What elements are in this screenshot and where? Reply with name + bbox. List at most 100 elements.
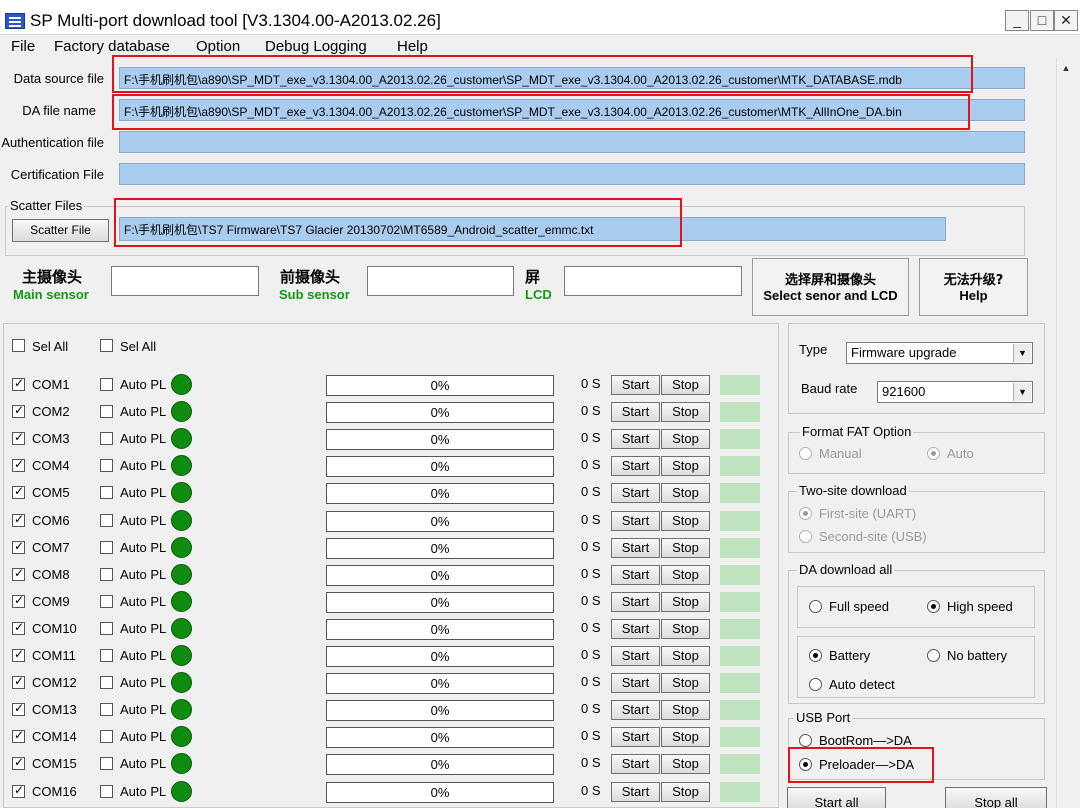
start-button[interactable]: Start xyxy=(611,646,660,666)
auto-pl-checkbox[interactable] xyxy=(100,459,113,472)
auto-pl-checkbox[interactable] xyxy=(100,514,113,527)
select-sensor-lcd-button[interactable]: 选择屏和摄像头 Select senor and LCD xyxy=(752,258,909,316)
auto-pl-checkbox[interactable] xyxy=(100,568,113,581)
start-button[interactable]: Start xyxy=(611,592,660,612)
format-manual-radio[interactable] xyxy=(799,447,812,460)
no-battery-radio[interactable] xyxy=(927,649,940,662)
format-auto-radio[interactable] xyxy=(927,447,940,460)
port-checkbox[interactable] xyxy=(12,457,25,472)
stop-button[interactable]: Stop xyxy=(661,511,710,531)
port-checkbox[interactable] xyxy=(12,620,25,635)
auto-pl-checkbox[interactable] xyxy=(100,432,113,445)
auto-pl-checkbox[interactable] xyxy=(100,785,113,798)
stop-button[interactable]: Stop xyxy=(661,402,710,422)
cert-file-input[interactable] xyxy=(119,163,1025,185)
sel-all-checkbox-1[interactable] xyxy=(12,339,25,352)
start-button[interactable]: Start xyxy=(611,429,660,449)
auto-pl-checkbox[interactable] xyxy=(100,649,113,662)
start-button[interactable]: Start xyxy=(611,619,660,639)
start-button[interactable]: Start xyxy=(611,700,660,720)
auto-pl-checkbox[interactable] xyxy=(100,541,113,554)
lcd-input[interactable] xyxy=(564,266,742,296)
stop-button[interactable]: Stop xyxy=(661,673,710,693)
chevron-down-icon[interactable]: ▼ xyxy=(1013,383,1031,401)
start-button[interactable]: Start xyxy=(611,375,660,395)
start-button[interactable]: Start xyxy=(611,754,660,774)
stop-button[interactable]: Stop xyxy=(661,538,710,558)
port-checkbox[interactable] xyxy=(12,755,25,770)
stop-button[interactable]: Stop xyxy=(661,483,710,503)
minimize-button[interactable]: _ xyxy=(1005,10,1029,31)
stop-button[interactable]: Stop xyxy=(661,754,710,774)
stop-all-button[interactable]: Stop all xyxy=(945,787,1047,808)
menu-option[interactable]: Option xyxy=(196,38,240,55)
start-all-button[interactable]: Start all xyxy=(787,787,886,808)
stop-button[interactable]: Stop xyxy=(661,565,710,585)
full-speed-radio[interactable] xyxy=(809,600,822,613)
port-checkbox[interactable] xyxy=(12,484,25,499)
close-button[interactable]: ✕ xyxy=(1054,10,1078,31)
start-button[interactable]: Start xyxy=(611,483,660,503)
port-checkbox[interactable] xyxy=(12,647,25,662)
start-button[interactable]: Start xyxy=(611,565,660,585)
auto-detect-radio[interactable] xyxy=(809,678,822,691)
stop-button[interactable]: Stop xyxy=(661,619,710,639)
port-checkbox[interactable] xyxy=(12,701,25,716)
port-checkbox[interactable] xyxy=(12,728,25,743)
auto-pl-checkbox[interactable] xyxy=(100,757,113,770)
stop-button[interactable]: Stop xyxy=(661,727,710,747)
auto-pl-checkbox[interactable] xyxy=(100,486,113,499)
menu-factory-database[interactable]: Factory database xyxy=(54,38,170,55)
port-checkbox[interactable] xyxy=(12,512,25,527)
high-speed-radio[interactable] xyxy=(927,600,940,613)
sel-all-checkbox-2[interactable] xyxy=(100,339,113,352)
chevron-down-icon[interactable]: ▼ xyxy=(1013,344,1031,362)
start-button[interactable]: Start xyxy=(611,511,660,531)
stop-button[interactable]: Stop xyxy=(661,375,710,395)
second-site-radio[interactable] xyxy=(799,530,812,543)
auto-pl-checkbox[interactable] xyxy=(100,622,113,635)
menu-file[interactable]: File xyxy=(11,38,35,55)
port-checkbox[interactable] xyxy=(12,593,25,608)
help-button[interactable]: 无法升级? Help xyxy=(919,258,1028,316)
vertical-scrollbar[interactable] xyxy=(1056,58,1076,808)
auto-pl-checkbox[interactable] xyxy=(100,405,113,418)
type-select[interactable]: Firmware upgrade ▼ xyxy=(846,342,1033,364)
scroll-up-icon[interactable]: ▲ xyxy=(1058,58,1074,78)
stop-button[interactable]: Stop xyxy=(661,646,710,666)
auto-pl-checkbox[interactable] xyxy=(100,676,113,689)
port-checkbox[interactable] xyxy=(12,674,25,689)
port-checkbox[interactable] xyxy=(12,539,25,554)
battery-radio[interactable] xyxy=(809,649,822,662)
auto-pl-checkbox[interactable] xyxy=(100,730,113,743)
maximize-button[interactable]: □ xyxy=(1030,10,1054,31)
first-site-radio[interactable] xyxy=(799,507,812,520)
auto-pl-checkbox[interactable] xyxy=(100,378,113,391)
port-checkbox[interactable] xyxy=(12,430,25,445)
main-sensor-input[interactable] xyxy=(111,266,259,296)
baud-rate-select[interactable]: 921600 ▼ xyxy=(877,381,1033,403)
stop-button[interactable]: Stop xyxy=(661,700,710,720)
menu-help[interactable]: Help xyxy=(397,38,428,55)
auth-file-input[interactable] xyxy=(119,131,1025,153)
start-button[interactable]: Start xyxy=(611,727,660,747)
port-checkbox[interactable] xyxy=(12,566,25,581)
auto-pl-checkbox[interactable] xyxy=(100,595,113,608)
start-button[interactable]: Start xyxy=(611,673,660,693)
stop-button[interactable]: Stop xyxy=(661,429,710,449)
auto-pl-checkbox[interactable] xyxy=(100,703,113,716)
menu-debug-logging[interactable]: Debug Logging xyxy=(265,38,367,55)
start-button[interactable]: Start xyxy=(611,456,660,476)
start-button[interactable]: Start xyxy=(611,402,660,422)
scatter-file-button[interactable]: Scatter File xyxy=(12,219,109,242)
start-button[interactable]: Start xyxy=(611,538,660,558)
sub-sensor-input[interactable] xyxy=(367,266,514,296)
bootrom-radio[interactable] xyxy=(799,734,812,747)
stop-button[interactable]: Stop xyxy=(661,592,710,612)
stop-button[interactable]: Stop xyxy=(661,782,710,802)
stop-button[interactable]: Stop xyxy=(661,456,710,476)
port-checkbox[interactable] xyxy=(12,403,25,418)
port-checkbox[interactable] xyxy=(12,376,25,391)
port-checkbox[interactable] xyxy=(12,783,25,798)
start-button[interactable]: Start xyxy=(611,782,660,802)
